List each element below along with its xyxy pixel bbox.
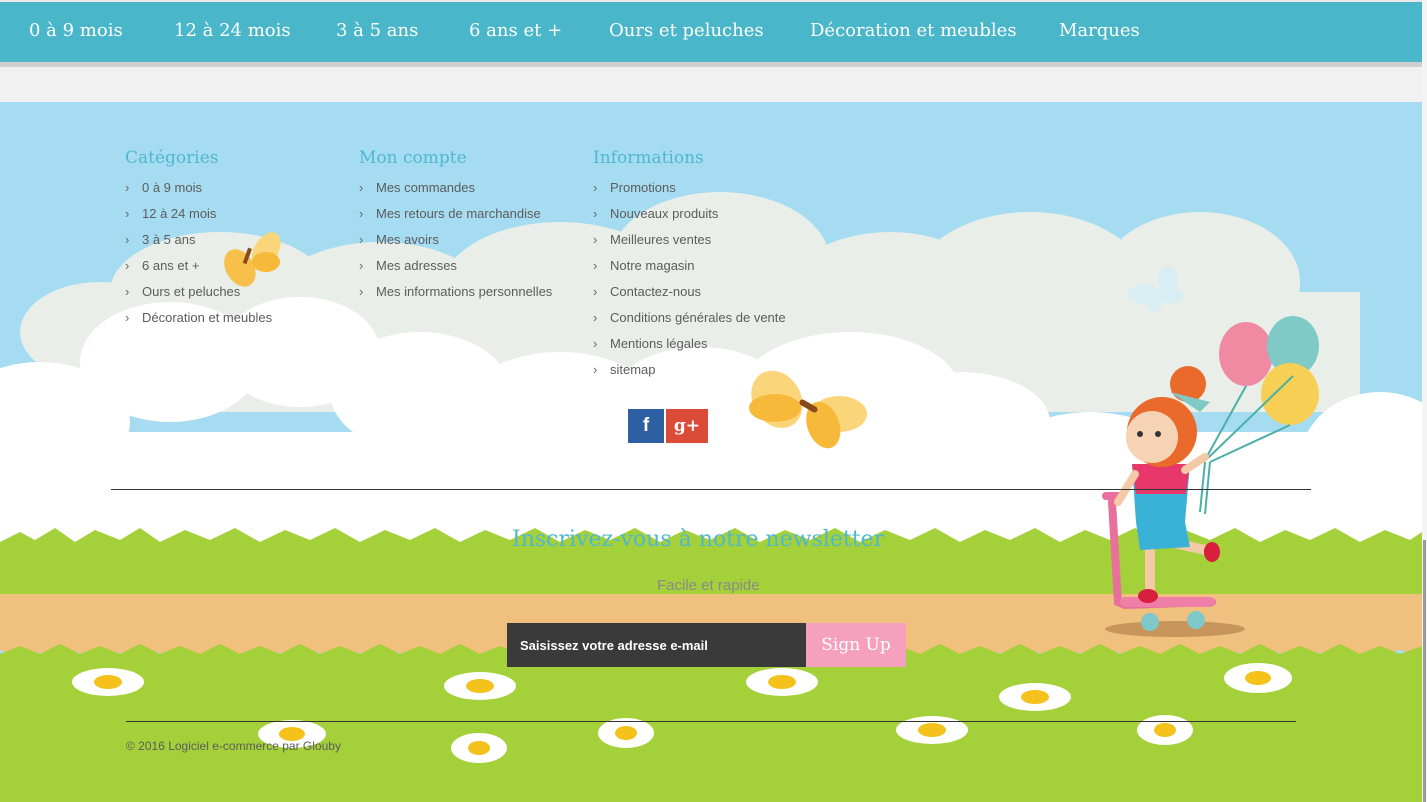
chevron-right-icon: › bbox=[359, 232, 364, 247]
chevron-right-icon: › bbox=[125, 232, 130, 247]
google-plus-icon: g+ bbox=[673, 416, 701, 436]
newsletter-subtitle: Facile et rapide bbox=[657, 577, 760, 594]
footer-link-mes-retours[interactable]: › Mes retours de marchandise bbox=[359, 206, 552, 232]
chevron-right-icon: › bbox=[359, 180, 364, 195]
nav-item-0-9-mois[interactable]: 0 à 9 mois bbox=[29, 20, 123, 41]
content-gap bbox=[0, 67, 1422, 102]
info-list: › Promotions › Nouveaux produits › Meilleur… bbox=[593, 180, 786, 388]
chevron-right-icon: › bbox=[593, 232, 598, 247]
footer-link-6-ans-plus[interactable]: › 6 ans et + bbox=[125, 258, 272, 284]
categories-list: › 0 à 9 mois › 12 à 24 mois › 3 à 5 ans › 6 … bbox=[125, 180, 272, 336]
nav-item-3-5-ans[interactable]: 3 à 5 ans bbox=[336, 20, 418, 41]
footer-link-3-5-ans[interactable]: › 3 à 5 ans bbox=[125, 232, 272, 258]
chevron-right-icon: › bbox=[359, 258, 364, 273]
account-list: › Mes commandes › Mes retours de marchandi… bbox=[359, 180, 552, 310]
nav-item-decoration-meubles[interactable]: Décoration et meubles bbox=[810, 20, 1017, 41]
footer-link-mes-informations[interactable]: › Mes informations personnelles bbox=[359, 284, 552, 310]
facebook-icon: f bbox=[642, 415, 650, 436]
footer-link-mes-avoirs[interactable]: › Mes avoirs bbox=[359, 232, 552, 258]
nav-item-12-24-mois[interactable]: 12 à 24 mois bbox=[174, 20, 291, 41]
chevron-right-icon: › bbox=[125, 258, 130, 273]
footer-link-nouveaux-produits[interactable]: › Nouveaux produits bbox=[593, 206, 786, 232]
footer-link-12-24-mois[interactable]: › 12 à 24 mois bbox=[125, 206, 272, 232]
footer-link-contactez-nous[interactable]: › Contactez-nous bbox=[593, 284, 786, 310]
divider bbox=[111, 489, 1311, 490]
footer-link-promotions[interactable]: › Promotions bbox=[593, 180, 786, 206]
nav-item-6-ans-plus[interactable]: 6 ans et + bbox=[469, 20, 562, 41]
google-plus-button[interactable]: g+ bbox=[666, 409, 708, 443]
chevron-right-icon: › bbox=[125, 180, 130, 195]
chevron-right-icon: › bbox=[125, 284, 130, 299]
top-navigation: 0 à 9 mois 12 à 24 mois 3 à 5 ans 6 ans … bbox=[0, 0, 1422, 62]
nav-item-marques[interactable]: Marques bbox=[1059, 20, 1140, 41]
chevron-right-icon: › bbox=[593, 258, 598, 273]
footer-link-meilleures-ventes[interactable]: › Meilleures ventes bbox=[593, 232, 786, 258]
chevron-right-icon: › bbox=[359, 206, 364, 221]
account-title: Mon compte bbox=[359, 148, 467, 168]
footer-link-sitemap[interactable]: › sitemap bbox=[593, 362, 786, 388]
scrollbar-thumb[interactable] bbox=[1423, 540, 1426, 802]
footer-link-decoration-meubles[interactable]: › Décoration et meubles bbox=[125, 310, 272, 336]
footer-link-mentions-legales[interactable]: › Mentions légales bbox=[593, 336, 786, 362]
footer-link-0-9-mois[interactable]: › 0 à 9 mois bbox=[125, 180, 272, 206]
info-title: Informations bbox=[593, 148, 704, 168]
footer-link-mes-commandes[interactable]: › Mes commandes bbox=[359, 180, 552, 206]
chevron-right-icon: › bbox=[593, 310, 598, 325]
facebook-button[interactable]: f bbox=[628, 409, 664, 443]
chevron-right-icon: › bbox=[593, 362, 598, 377]
newsletter-title: Inscrivez-vous à notre newsletter bbox=[512, 527, 885, 552]
chevron-right-icon: › bbox=[359, 284, 364, 299]
footer-link-cgv[interactable]: › Conditions générales de vente bbox=[593, 310, 786, 336]
chevron-right-icon: › bbox=[125, 310, 130, 325]
nav-item-ours-peluches[interactable]: Ours et peluches bbox=[609, 20, 764, 41]
chevron-right-icon: › bbox=[125, 206, 130, 221]
copyright-text: © 2016 Logiciel e-commerce par Glouby bbox=[126, 739, 341, 753]
chevron-right-icon: › bbox=[593, 180, 598, 195]
chevron-right-icon: › bbox=[593, 336, 598, 351]
chevron-right-icon: › bbox=[593, 284, 598, 299]
categories-title: Catégories bbox=[125, 148, 219, 168]
footer-link-mes-adresses[interactable]: › Mes adresses bbox=[359, 258, 552, 284]
footer: Catégories › 0 à 9 mois › 12 à 24 mois › 3 … bbox=[0, 102, 1422, 802]
footer-link-ours-peluches[interactable]: › Ours et peluches bbox=[125, 284, 272, 310]
divider bbox=[126, 721, 1296, 722]
sign-up-button[interactable]: Sign Up bbox=[806, 623, 906, 667]
footer-link-notre-magasin[interactable]: › Notre magasin bbox=[593, 258, 786, 284]
newsletter-email-input[interactable] bbox=[507, 623, 806, 667]
chevron-right-icon: › bbox=[593, 206, 598, 221]
